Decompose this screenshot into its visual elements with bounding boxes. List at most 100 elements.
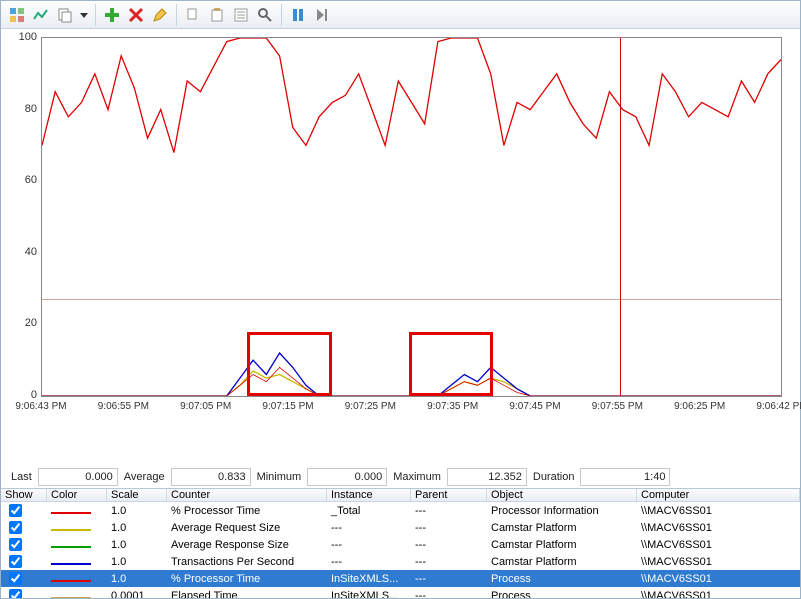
chart-frame: 020406080100 9:06:43 PM9:06:55 PM9:07:05… [11, 35, 790, 425]
x-tick: 9:06:42 PM [756, 401, 801, 412]
dropdown-icon[interactable] [78, 4, 90, 26]
instance-cell: InSiteXMLS... [327, 573, 411, 585]
computer-cell: \\MACV6SS01 [637, 505, 800, 517]
max-label: Maximum [393, 471, 441, 483]
counter-cell: Average Request Size [167, 522, 327, 534]
table-row[interactable]: 1.0Average Request Size------Camstar Pla… [1, 519, 800, 536]
col-color[interactable]: Color [47, 489, 107, 501]
h-reference-line [42, 299, 781, 300]
last-label: Last [11, 471, 32, 483]
table-row[interactable]: 1.0% Processor TimeInSiteXMLS...---Proce… [1, 570, 800, 587]
step-icon[interactable] [311, 4, 333, 26]
scale-cell: 1.0 [107, 556, 167, 568]
min-value: 0.000 [307, 468, 387, 486]
chart-plot[interactable] [41, 37, 782, 397]
col-instance[interactable]: Instance [327, 489, 411, 501]
computer-cell: \\MACV6SS01 [637, 522, 800, 534]
computer-cell: \\MACV6SS01 [637, 590, 800, 599]
y-tick: 40 [13, 246, 37, 258]
parent-cell: --- [411, 539, 487, 551]
show-checkbox[interactable] [9, 504, 22, 517]
x-tick: 9:07:45 PM [509, 401, 560, 412]
instance-cell: --- [327, 522, 411, 534]
instance-cell: _Total [327, 505, 411, 517]
show-checkbox[interactable] [9, 589, 22, 598]
x-tick: 9:07:55 PM [592, 401, 643, 412]
parent-cell: --- [411, 556, 487, 568]
col-counter[interactable]: Counter [167, 489, 327, 501]
parent-cell: --- [411, 522, 487, 534]
y-tick: 60 [13, 174, 37, 186]
parent-cell: --- [411, 590, 487, 599]
object-cell: Camstar Platform [487, 522, 637, 534]
color-swatch [51, 546, 91, 548]
x-tick: 9:06:55 PM [98, 401, 149, 412]
avg-label: Average [124, 471, 165, 483]
x-tick: 9:07:05 PM [180, 401, 231, 412]
parent-cell: --- [411, 573, 487, 585]
show-checkbox[interactable] [9, 538, 22, 551]
x-tick: 9:06:25 PM [674, 401, 725, 412]
zoom-icon[interactable] [254, 4, 276, 26]
toolbar-separator [176, 4, 177, 26]
object-cell: Processor Information [487, 505, 637, 517]
color-swatch [51, 580, 91, 582]
x-tick: 9:07:25 PM [345, 401, 396, 412]
object-cell: Process [487, 573, 637, 585]
scale-cell: 1.0 [107, 505, 167, 517]
y-tick: 80 [13, 103, 37, 115]
perfmon-window: 020406080100 9:06:43 PM9:06:55 PM9:07:05… [0, 0, 801, 599]
x-tick: 9:06:43 PM [15, 401, 66, 412]
show-checkbox[interactable] [9, 555, 22, 568]
delete-icon[interactable] [125, 4, 147, 26]
highlight-box [247, 332, 331, 396]
scale-cell: 0.0001 [107, 590, 167, 599]
counter-cell: Transactions Per Second [167, 556, 327, 568]
stats-row: Last 0.000 Average 0.833 Minimum 0.000 M… [1, 464, 800, 488]
dashboard-icon[interactable] [6, 4, 28, 26]
table-row[interactable]: 0.0001Elapsed TimeInSiteXMLS...---Proces… [1, 587, 800, 598]
color-swatch [51, 563, 91, 565]
instance-cell: --- [327, 556, 411, 568]
col-computer[interactable]: Computer [637, 489, 800, 501]
dur-value: 1:40 [580, 468, 670, 486]
chart-icon[interactable] [30, 4, 52, 26]
parent-cell: --- [411, 505, 487, 517]
instance-cell: InSiteXMLS... [327, 590, 411, 599]
highlight-icon[interactable] [149, 4, 171, 26]
table-row[interactable]: 1.0Average Response Size------Camstar Pl… [1, 536, 800, 553]
counter-table: Show Color Scale Counter Instance Parent… [1, 488, 800, 598]
color-swatch [51, 597, 91, 599]
col-parent[interactable]: Parent [411, 489, 487, 501]
paste-icon[interactable] [206, 4, 228, 26]
pause-icon[interactable] [287, 4, 309, 26]
last-value: 0.000 [38, 468, 118, 486]
add-icon[interactable] [101, 4, 123, 26]
object-cell: Camstar Platform [487, 556, 637, 568]
avg-value: 0.833 [171, 468, 251, 486]
instance-cell: --- [327, 539, 411, 551]
max-value: 12.352 [447, 468, 527, 486]
object-cell: Camstar Platform [487, 539, 637, 551]
object-cell: Process [487, 590, 637, 599]
table-row[interactable]: 1.0% Processor Time_Total---Processor In… [1, 502, 800, 519]
scale-cell: 1.0 [107, 573, 167, 585]
y-tick: 100 [13, 31, 37, 43]
computer-cell: \\MACV6SS01 [637, 573, 800, 585]
toolbar [1, 1, 800, 29]
dur-label: Duration [533, 471, 575, 483]
copy-icon[interactable] [182, 4, 204, 26]
show-checkbox[interactable] [9, 521, 22, 534]
col-show[interactable]: Show [1, 489, 47, 501]
toolbar-separator [95, 4, 96, 26]
scale-cell: 1.0 [107, 539, 167, 551]
min-label: Minimum [257, 471, 302, 483]
col-scale[interactable]: Scale [107, 489, 167, 501]
counter-cell: Elapsed Time [167, 590, 327, 599]
show-checkbox[interactable] [9, 572, 22, 585]
x-tick: 9:07:35 PM [427, 401, 478, 412]
col-object[interactable]: Object [487, 489, 637, 501]
properties-icon[interactable] [230, 4, 252, 26]
copy-page-icon[interactable] [54, 4, 76, 26]
table-row[interactable]: 1.0Transactions Per Second------Camstar … [1, 553, 800, 570]
